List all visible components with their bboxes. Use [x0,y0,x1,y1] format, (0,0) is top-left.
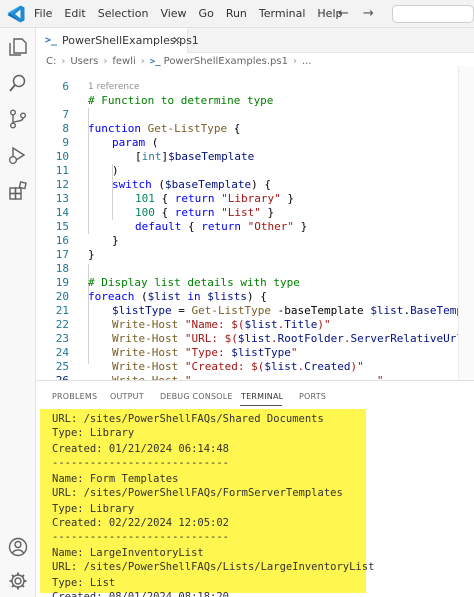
tab-terminal[interactable]: TERMINAL [241,392,283,401]
terminal-line: URL: /sites/PowerShellFAQs/Lists/LargeIn… [52,561,375,573]
bottom-panel: PROBLEMS OUTPUT DEBUG CONSOLE TERMINAL P… [36,380,474,597]
code-line: 7 function Get-ListType { [36,94,474,135]
menu-run[interactable]: Run [220,0,253,28]
back-arrow-icon[interactable]: ← [338,6,349,21]
code-line: 9 [int]$baseTemplate [36,122,474,163]
navigation-arrows: ← → [338,6,374,21]
close-icon[interactable]: ✕ [172,34,181,47]
vscode-logo-icon[interactable] [6,4,26,24]
tab-powershellexamples[interactable]: >_ PowerShellExamples.ps1 ✕ [36,28,199,53]
tab-output[interactable]: OUTPUT [110,392,144,401]
line-number: 6 [62,80,69,93]
code-line: 10 ) [36,136,474,177]
menu-edit[interactable]: Edit [58,0,91,28]
title-bar: File Edit Selection View Go Run Terminal… [0,0,474,28]
tab-problems[interactable]: PROBLEMS [52,392,97,401]
settings-gear-icon[interactable] [7,570,29,592]
activity-bar [0,28,36,597]
menu-selection[interactable]: Selection [92,0,155,28]
terminal-line: URL: /sites/PowerShellFAQs/FormServerTem… [52,487,343,499]
code-line: 16 } [36,220,474,261]
search-icon[interactable] [7,72,29,94]
tab-ports[interactable]: PORTS [299,392,326,401]
menu-terminal[interactable]: Terminal [253,0,312,28]
terminal-line: ---------------------------- [52,531,230,543]
code-line: 26 } [36,360,474,380]
code-editor[interactable]: 6 # Function to determine type 1 referen… [36,66,474,380]
code-line: 22 Write-Host "URL: $($list.RootFolder.S… [36,304,474,345]
source-control-icon[interactable] [7,108,29,130]
code-line: 19 foreach ($list in $lists) { [36,262,474,303]
menu-view[interactable]: View [154,0,192,28]
code-line: 21 Write-Host "Name: $($list.Title)" [36,290,474,331]
code-line: 12 101 { return "Library" } [36,164,474,205]
menu-go[interactable]: Go [193,0,220,28]
active-tab-indicator [240,405,282,406]
editor-scrollbar[interactable] [458,66,474,380]
editor-tab-bar: >_ PowerShellExamples.ps1 ✕ [36,28,474,53]
explorer-icon[interactable] [7,36,29,58]
panel-tab-bar: PROBLEMS OUTPUT DEBUG CONSOLE TERMINAL P… [36,381,474,407]
code-line: 15 } [36,206,474,247]
run-debug-icon[interactable] [7,144,29,166]
code-line: 13 100 { return "List" } [36,178,474,219]
code-line: 20 $listType = Get-ListType -baseTemplat… [36,276,474,317]
code-line: 18 # Display list details with type [36,248,474,289]
code-line: 17 [36,234,474,261]
powershell-icon: >_ [149,56,161,67]
command-center-search[interactable] [392,5,474,23]
code-line: 14 default { return "Other" } [36,192,474,233]
forward-arrow-icon[interactable]: → [363,6,374,21]
powershell-icon: >_ [45,35,58,46]
code-line: 24 Write-Host "Created: $($list.Created)… [36,332,474,373]
terminal-line: Created: 08/01/2024 08:18:20 [52,591,230,597]
terminal-line: ---------------------------- [52,457,230,469]
code-line: 25 Write-Host "-------------------------… [36,346,474,380]
code-line: 6 # Function to determine type [36,66,474,107]
menu-bar: File Edit Selection View Go Run Terminal… [28,0,348,28]
code-line: 23 Write-Host "Type: $listType" [36,318,474,359]
codelens-references[interactable]: 1 reference [88,81,140,93]
code-line: 8 param ( [36,108,474,149]
tab-debug-console[interactable]: DEBUG CONSOLE [160,392,233,401]
account-icon[interactable] [7,536,29,558]
extensions-icon[interactable] [7,180,29,202]
terminal-line: Type: Library [52,427,135,439]
code-line: 11 switch ($baseTemplate) { [36,150,474,191]
menu-file[interactable]: File [28,0,58,28]
